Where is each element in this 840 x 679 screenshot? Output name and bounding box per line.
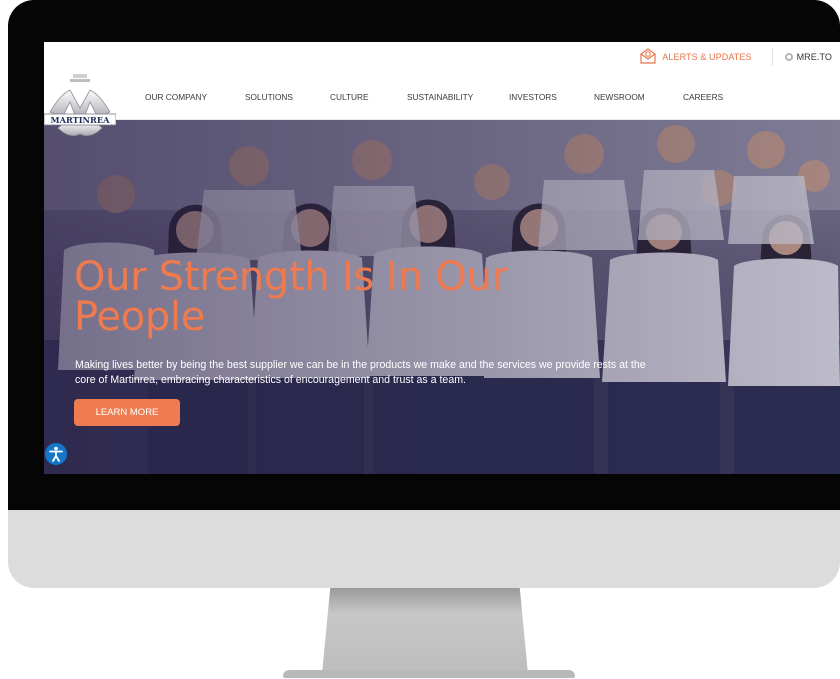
nav-item-our-company[interactable]: OUR COMPANY	[145, 92, 207, 102]
alerts-updates-link[interactable]: ALERTS & UPDATES	[639, 48, 773, 66]
stock-ticker[interactable]: MRE.TO	[773, 52, 840, 62]
nav-item-solutions[interactable]: SOLUTIONS	[245, 92, 293, 102]
nav-item-newsroom[interactable]: NEWSROOM	[594, 92, 645, 102]
accessibility-icon[interactable]	[45, 443, 67, 465]
logo-text: MARTINREA	[51, 115, 111, 125]
main-navigation: OUR COMPANY SOLUTIONS CULTURE SUSTAINABI…	[44, 72, 840, 120]
utility-bar: ALERTS & UPDATES MRE.TO	[44, 42, 840, 72]
hero-subtext: Making lives better by being the best su…	[75, 359, 646, 386]
monitor-stand-base	[283, 670, 575, 678]
envelope-alert-icon	[639, 48, 657, 66]
martinrea-logo[interactable]: MARTINREA	[44, 72, 117, 146]
monitor-chin	[8, 510, 840, 588]
hero-banner: Our Strength Is In Our People Making liv…	[44, 120, 840, 474]
ticker-label: MRE.TO	[796, 52, 832, 62]
monitor-screen: ALERTS & UPDATES MRE.TO OUR COMPANY SOLU…	[44, 42, 840, 474]
ticker-dot-icon	[784, 53, 793, 61]
nav-item-investors[interactable]: INVESTORS	[509, 92, 557, 102]
nav-item-culture[interactable]: CULTURE	[330, 92, 369, 102]
hero-headline: Our Strength Is In Our People	[74, 254, 508, 340]
monitor-stand	[322, 588, 528, 674]
nav-item-sustainability[interactable]: SUSTAINABILITY	[407, 92, 473, 102]
learn-more-button[interactable]: LEARN MORE	[74, 399, 180, 426]
nav-item-careers[interactable]: CAREERS	[683, 92, 723, 102]
alerts-updates-label: ALERTS & UPDATES	[662, 52, 752, 62]
